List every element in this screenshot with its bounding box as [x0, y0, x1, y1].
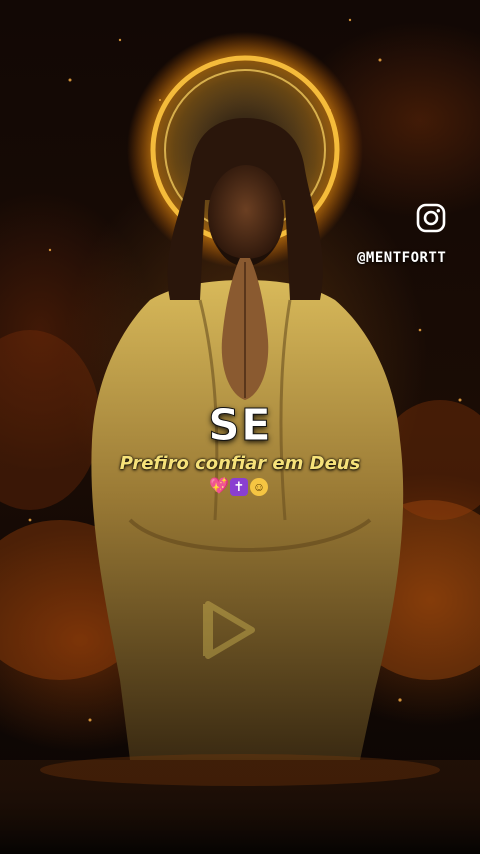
latin-cross-icon: ✝: [230, 478, 248, 496]
relieved-face-icon: ☺: [250, 478, 268, 496]
caption-title: SE: [208, 400, 272, 452]
sparkling-heart-icon: 💖: [209, 478, 229, 495]
play-icon[interactable]: [200, 598, 260, 662]
emoji-row: 💖 ✝ ☺: [209, 478, 268, 498]
caption-subtitle: Prefiro confiar em Deus: [119, 453, 361, 474]
video-frame[interactable]: @MENTFORTT SE Prefiro confiar em Deus 💖 …: [0, 0, 480, 854]
instagram-icon[interactable]: [416, 203, 446, 233]
instagram-handle[interactable]: @MENTFORTT: [357, 250, 467, 266]
